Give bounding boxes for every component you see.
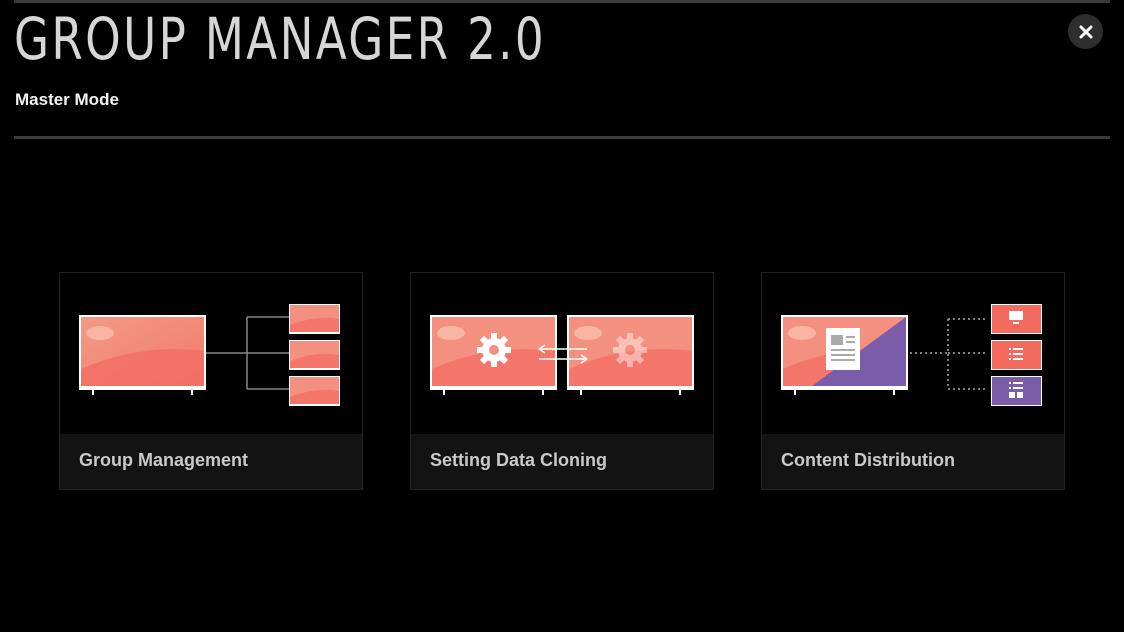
mode-label: Master Mode (15, 90, 119, 109)
close-icon (1079, 25, 1092, 38)
content-distribution-card[interactable]: Content Distribution (761, 272, 1065, 490)
card-label-bar: Content Distribution (762, 434, 1064, 489)
setting-data-cloning-illustration (411, 273, 713, 435)
app-title: GROUP MANAGER 2.0 (14, 5, 547, 73)
content-distribution-illustration (762, 273, 1064, 435)
header-divider (14, 136, 1110, 139)
card-label: Group Management (79, 450, 249, 470)
group-management-illustration (60, 273, 362, 435)
setting-data-cloning-card[interactable]: Setting Data Cloning (410, 272, 714, 490)
card-label-bar: Setting Data Cloning (411, 434, 713, 489)
card-label-bar: Group Management (60, 434, 362, 489)
card-label: Content Distribution (781, 450, 955, 470)
card-label: Setting Data Cloning (430, 450, 607, 470)
close-button[interactable] (1068, 14, 1103, 49)
group-management-card[interactable]: Group Management (59, 272, 363, 490)
top-rule (14, 0, 1110, 3)
